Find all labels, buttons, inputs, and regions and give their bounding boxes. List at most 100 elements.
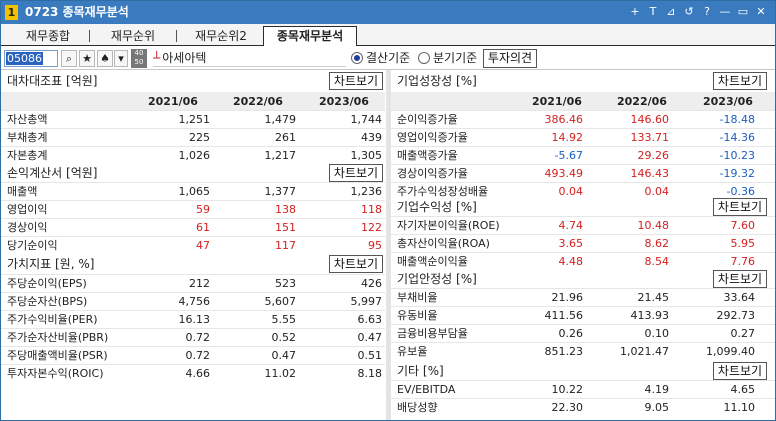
- dropdown-icon[interactable]: ▾: [114, 50, 128, 67]
- chart-view-button[interactable]: 차트보기: [713, 72, 767, 90]
- left-year-header: 2021/06 2022/06 2023/06: [1, 92, 385, 110]
- row-value: 14.92: [551, 131, 584, 144]
- row-value: 1,099.40: [706, 345, 755, 358]
- stock-name-field[interactable]: ┴ 아세아텍: [153, 50, 346, 67]
- row-label: 유보율: [397, 345, 428, 358]
- row-label: 금융비용부담율: [397, 327, 468, 340]
- stock-name: 아세아텍: [162, 51, 207, 65]
- section-title: 손익계산서 [억원]: [7, 166, 98, 180]
- row-value: 1,377: [264, 185, 297, 198]
- up-icon[interactable]: ♠: [97, 50, 113, 67]
- chart-view-button[interactable]: 차트보기: [329, 72, 383, 90]
- chart-view-button[interactable]: 차트보기: [329, 255, 383, 273]
- row-label: 자본총계: [7, 149, 48, 162]
- table-row: 자산총액 1,251 1,479 1,744: [1, 110, 385, 128]
- star-icon[interactable]: ★: [79, 50, 95, 67]
- row-value: 4.19: [644, 383, 670, 396]
- font-icon[interactable]: T: [645, 4, 661, 20]
- chart-view-button[interactable]: 차트보기: [329, 164, 383, 182]
- row-value: -14.36: [719, 131, 755, 144]
- chart-view-button[interactable]: 차트보기: [713, 270, 767, 288]
- investment-opinion-button[interactable]: 투자의견: [483, 49, 537, 68]
- year-label: 2023/06: [319, 95, 369, 108]
- row-value: 8.54: [644, 255, 670, 268]
- tab-finance-rank2[interactable]: 재무순위2: [180, 27, 262, 46]
- row-value: 1,217: [264, 149, 297, 162]
- row-value: 523: [275, 277, 296, 290]
- maximize-icon[interactable]: ▭: [735, 4, 751, 20]
- title-bar[interactable]: 1 0723 종목재무분석 + T ⊿ ↺ ? — ▭ ✕: [1, 1, 775, 24]
- right-year-header: 2021/06 2022/06 2023/06: [391, 92, 775, 110]
- left-value-header: 가치지표 [원, %] 차트보기: [1, 253, 385, 275]
- minimize-icon[interactable]: —: [717, 4, 733, 20]
- row-label: 총자산이익율(ROA): [397, 237, 490, 250]
- row-value: 1,236: [350, 185, 383, 198]
- row-value: 261: [275, 131, 296, 144]
- row-value: 47: [196, 239, 210, 252]
- tab-stock-analysis[interactable]: 종목재무분석: [263, 26, 357, 47]
- radio-quarter-label[interactable]: 분기기준: [433, 51, 477, 65]
- table-row: 매출액증가율 -5.67 29.26 -10.23: [391, 146, 775, 164]
- table-row: 경상이익 61 151 122: [1, 218, 385, 236]
- row-value: 11.10: [723, 401, 756, 414]
- row-label: 경상이익: [7, 221, 48, 234]
- help-icon[interactable]: ?: [699, 4, 715, 20]
- row-value: 4,756: [178, 295, 211, 308]
- row-label: 순이익증가율: [397, 113, 458, 126]
- tab-finance-rank[interactable]: 재무순위: [93, 27, 173, 46]
- table-row: 순이익증가율 386.46 146.60 -18.48: [391, 110, 775, 128]
- tab-finance-summary[interactable]: 재무종합: [9, 27, 87, 46]
- row-value: 386.46: [544, 113, 584, 126]
- row-value: 1,251: [178, 113, 211, 126]
- refresh-icon[interactable]: ↺: [681, 4, 697, 20]
- row-label: 부채총계: [7, 131, 48, 144]
- year-label: 2022/06: [233, 95, 283, 108]
- tab-separator: [89, 30, 90, 42]
- row-label: 배당성향: [397, 401, 438, 414]
- close-icon[interactable]: ✕: [753, 4, 769, 20]
- chart-view-button[interactable]: 차트보기: [713, 198, 767, 216]
- row-value: 8.18: [357, 367, 383, 380]
- section-title: 기업성장성 [%]: [397, 74, 477, 88]
- right-profit-header: 기업수익성 [%] 차트보기: [391, 196, 775, 218]
- right-panel: 기업성장성 [%] 차트보기 2021/06 2022/06 2023/06 순이익증가율…: [391, 70, 775, 420]
- radio-quarter[interactable]: [418, 52, 430, 64]
- stock-code-input[interactable]: 05086: [4, 50, 58, 67]
- row-value: 29.26: [637, 149, 670, 162]
- row-label: 매출액: [7, 185, 38, 198]
- table-row: 유보율 851.23 1,021.47 1,099.40: [391, 342, 775, 360]
- row-value: 10.48: [637, 219, 670, 232]
- row-value: 9.05: [644, 401, 670, 414]
- row-value: 5,607: [264, 295, 297, 308]
- add-icon[interactable]: +: [627, 4, 643, 20]
- row-value: 33.64: [723, 291, 756, 304]
- row-value: 0.27: [730, 327, 756, 340]
- window-number-badge: 1: [5, 5, 18, 20]
- row-value: 0.26: [558, 327, 584, 340]
- row-value: 4.66: [185, 367, 211, 380]
- qty-box[interactable]: 40 50: [131, 49, 147, 68]
- table-row: 배당성향 22.30 9.05 11.10: [391, 398, 775, 416]
- stock-marker-icon: ┴: [153, 51, 161, 65]
- table-row: 자기자본이익율(ROE) 4.74 10.48 7.60: [391, 216, 775, 234]
- row-label: 주당순이익(EPS): [7, 277, 87, 290]
- row-label: 매출액증가율: [397, 149, 458, 162]
- radio-settlement[interactable]: [351, 52, 363, 64]
- tab-separator: [176, 30, 177, 42]
- radio-settlement-label[interactable]: 결산기준: [366, 51, 410, 65]
- table-row: 금융비용부담율 0.26 0.10 0.27: [391, 324, 775, 342]
- row-value: 292.73: [716, 309, 756, 322]
- row-value: 11.02: [264, 367, 297, 380]
- row-label: 주당순자산(BPS): [7, 295, 88, 308]
- row-value: 122: [361, 221, 382, 234]
- row-value: 413.93: [630, 309, 670, 322]
- chart-view-button[interactable]: 차트보기: [713, 362, 767, 380]
- row-value: 0.52: [271, 331, 297, 344]
- search-icon[interactable]: ⌕: [61, 50, 77, 67]
- row-value: 16.13: [178, 313, 211, 326]
- link-icon[interactable]: ⊿: [663, 4, 679, 20]
- section-title: 기타 [%]: [397, 364, 444, 378]
- row-label: 영업이익: [7, 203, 48, 216]
- row-value: 0.10: [644, 327, 670, 340]
- year-label: 2021/06: [532, 95, 582, 108]
